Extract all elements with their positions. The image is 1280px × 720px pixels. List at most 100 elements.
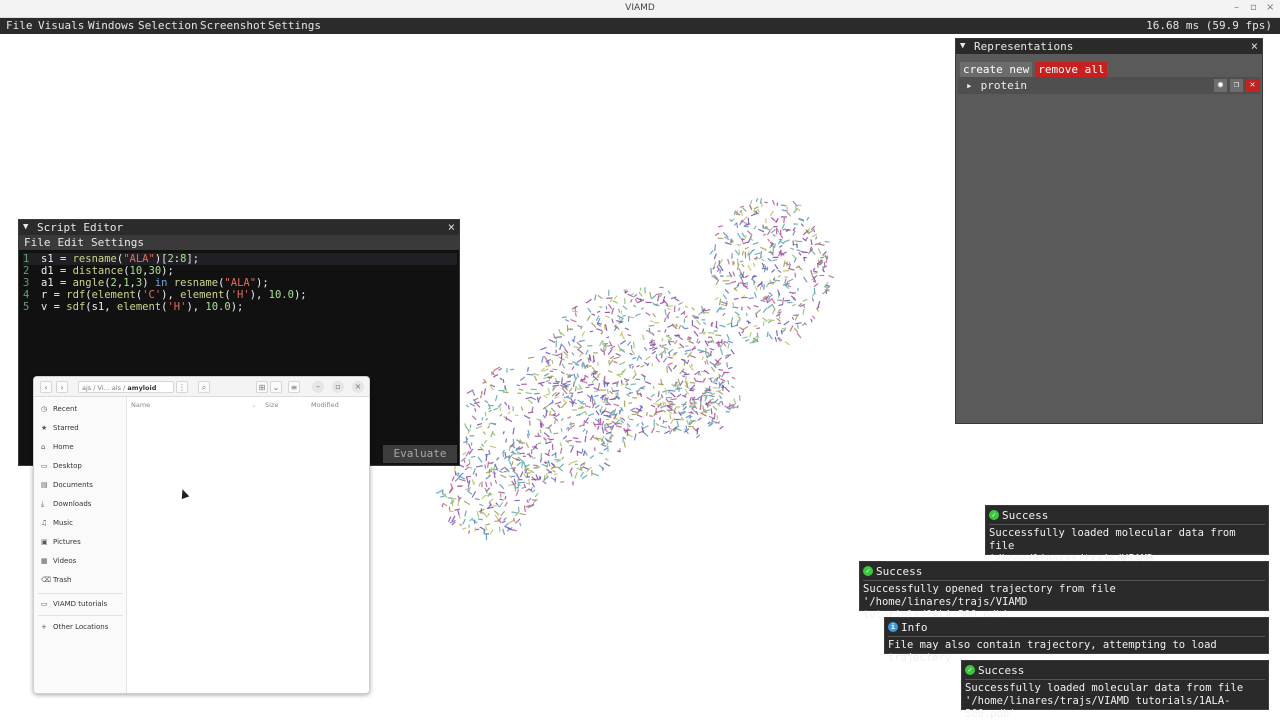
- breadcrumb-item[interactable]: ajs: [82, 384, 91, 392]
- remove-all-button[interactable]: remove all: [1035, 62, 1108, 77]
- atom-stroke: [707, 332, 715, 334]
- atom-stroke: [605, 425, 613, 429]
- evaluate-button[interactable]: Evaluate: [383, 445, 457, 463]
- collapse-triangle-icon[interactable]: ▼: [23, 220, 28, 235]
- atom-stroke: [523, 473, 528, 478]
- breadcrumb[interactable]: ajs / Vi... als / amyloid: [78, 381, 174, 393]
- breadcrumb-current[interactable]: amyloid: [127, 384, 156, 392]
- representations-window[interactable]: ▼ Representations × create new remove all…: [955, 38, 1263, 424]
- atom-stroke: [665, 398, 669, 403]
- atom-stroke: [483, 439, 488, 444]
- atom-stroke: [669, 392, 676, 398]
- code-line[interactable]: 1 s1 = resname("ALA")[2:8];: [23, 253, 457, 265]
- script-menu-file[interactable]: File: [24, 236, 51, 249]
- atom-stroke: [733, 297, 739, 300]
- forward-icon[interactable]: ›: [56, 381, 68, 393]
- sidebar-item-viamd-tutorials[interactable]: ▭ VIAMD tutorials: [41, 600, 107, 608]
- menu-file[interactable]: File: [6, 18, 33, 34]
- atom-stroke: [464, 510, 467, 517]
- code-line[interactable]: 2 d1 = distance(10,30);: [23, 265, 457, 277]
- menu-visuals[interactable]: Visuals: [38, 18, 84, 34]
- script-menu-edit[interactable]: Edit: [58, 236, 85, 249]
- atom-stroke: [702, 405, 705, 411]
- maximize-icon[interactable]: ▫: [1250, 2, 1257, 13]
- sidebar-item-downloads[interactable]: ⤓ Downloads: [41, 500, 91, 509]
- atom-stroke: [623, 288, 628, 291]
- atom-stroke: [689, 389, 694, 392]
- atom-stroke: [465, 487, 471, 491]
- search-icon[interactable]: ⌕: [198, 381, 210, 393]
- code-editor[interactable]: 1 s1 = resname("ALA")[2:8]; 2 d1 = distanc…: [23, 253, 457, 313]
- atom-stroke: [770, 217, 776, 222]
- representations-title-bar[interactable]: ▼ Representations ×: [956, 39, 1262, 54]
- minimize-icon[interactable]: –: [312, 381, 324, 393]
- menu-icon[interactable]: ≡: [288, 381, 300, 393]
- atom-stroke: [624, 327, 629, 331]
- sort-chevron-icon[interactable]: ⌄: [251, 401, 256, 409]
- sidebar-item-recent[interactable]: ◷ Recent: [41, 405, 77, 413]
- atom-stroke: [471, 491, 477, 498]
- close-icon[interactable]: ×: [1266, 2, 1274, 13]
- atom-stroke: [474, 408, 477, 412]
- atom-stroke: [645, 312, 651, 316]
- atom-stroke: [742, 284, 748, 288]
- duplicate-icon[interactable]: ❐: [1230, 79, 1243, 92]
- sidebar-item-music[interactable]: ♫ Music: [41, 519, 73, 527]
- atom-stroke: [551, 359, 554, 364]
- atom-stroke: [603, 344, 608, 347]
- atom-stroke: [571, 394, 573, 398]
- column-size[interactable]: Size: [265, 401, 278, 409]
- clock-icon: ◷: [41, 405, 48, 413]
- atom-stroke: [448, 510, 454, 513]
- atom-stroke: [753, 291, 757, 298]
- view-options-chevron-icon[interactable]: ⌄: [270, 381, 282, 393]
- script-editor-title-bar[interactable]: ▼ Script Editor ×: [19, 220, 459, 235]
- menu-windows[interactable]: Windows: [88, 18, 134, 34]
- code-line[interactable]: 4 r = rdf(element('C'), element('H'), 10.…: [23, 289, 457, 301]
- atom-stroke: [613, 403, 620, 407]
- minimize-icon[interactable]: –: [1234, 2, 1239, 13]
- atom-stroke: [718, 395, 723, 400]
- close-icon[interactable]: ×: [352, 381, 364, 393]
- menu-settings[interactable]: Settings: [268, 18, 321, 34]
- atom-stroke: [753, 257, 759, 260]
- expand-arrow-icon[interactable]: ▸: [966, 79, 973, 92]
- sidebar-item-other-locations[interactable]: + Other Locations: [41, 623, 108, 631]
- file-chooser-dialog[interactable]: ‹ › ajs / Vi... als / amyloid ⋮ ⌕ ⊞ ⌄ ≡ …: [33, 376, 370, 694]
- menu-selection[interactable]: Selection: [138, 18, 198, 34]
- sidebar-item-home[interactable]: ⌂ Home: [41, 443, 74, 451]
- column-name[interactable]: Name: [131, 401, 150, 409]
- sidebar-item-trash[interactable]: ⌫ Trash: [41, 576, 72, 584]
- maximize-icon[interactable]: ▫: [332, 381, 344, 393]
- sidebar-item-documents[interactable]: ▤ Documents: [41, 481, 93, 489]
- main-menu-bar: File Visuals Windows Selection Screensho…: [0, 18, 1280, 34]
- atom-stroke: [673, 351, 678, 355]
- more-icon[interactable]: ⋮: [176, 381, 188, 393]
- eye-icon[interactable]: ◉: [1214, 79, 1227, 92]
- grid-view-icon[interactable]: ⊞: [256, 381, 268, 393]
- sidebar-item-starred[interactable]: ★ Starred: [41, 424, 79, 432]
- back-icon[interactable]: ‹: [40, 381, 52, 393]
- sidebar-item-pictures[interactable]: ▣ Pictures: [41, 538, 81, 546]
- breadcrumb-item[interactable]: Vi... als: [98, 384, 122, 392]
- close-icon[interactable]: ×: [1251, 39, 1258, 54]
- delete-icon[interactable]: ✕: [1246, 79, 1259, 92]
- representation-item[interactable]: ▸ protein ◉ ❐ ✕: [958, 77, 1260, 94]
- column-modified[interactable]: Modified: [311, 401, 339, 409]
- atom-stroke: [613, 360, 618, 364]
- atom-stroke: [475, 472, 478, 477]
- code-line[interactable]: 5 v = sdf(s1, element('H'), 10.0);: [23, 301, 457, 313]
- atom-stroke: [688, 421, 691, 426]
- collapse-triangle-icon[interactable]: ▼: [960, 39, 965, 54]
- sidebar-item-desktop[interactable]: ▭ Desktop: [41, 462, 82, 470]
- code-line[interactable]: 3 a1 = angle(2,1,3) in resname("ALA");: [23, 277, 457, 289]
- close-icon[interactable]: ×: [448, 220, 455, 235]
- menu-screenshot[interactable]: Screenshot: [200, 18, 266, 34]
- atom-stroke: [779, 245, 783, 248]
- script-menu-settings[interactable]: Settings: [91, 236, 144, 249]
- create-new-button[interactable]: create new: [960, 62, 1033, 77]
- sidebar-item-videos[interactable]: ▦ Videos: [41, 557, 76, 565]
- atom-stroke: [777, 308, 782, 313]
- atom-stroke: [619, 416, 623, 422]
- atom-stroke: [600, 330, 604, 335]
